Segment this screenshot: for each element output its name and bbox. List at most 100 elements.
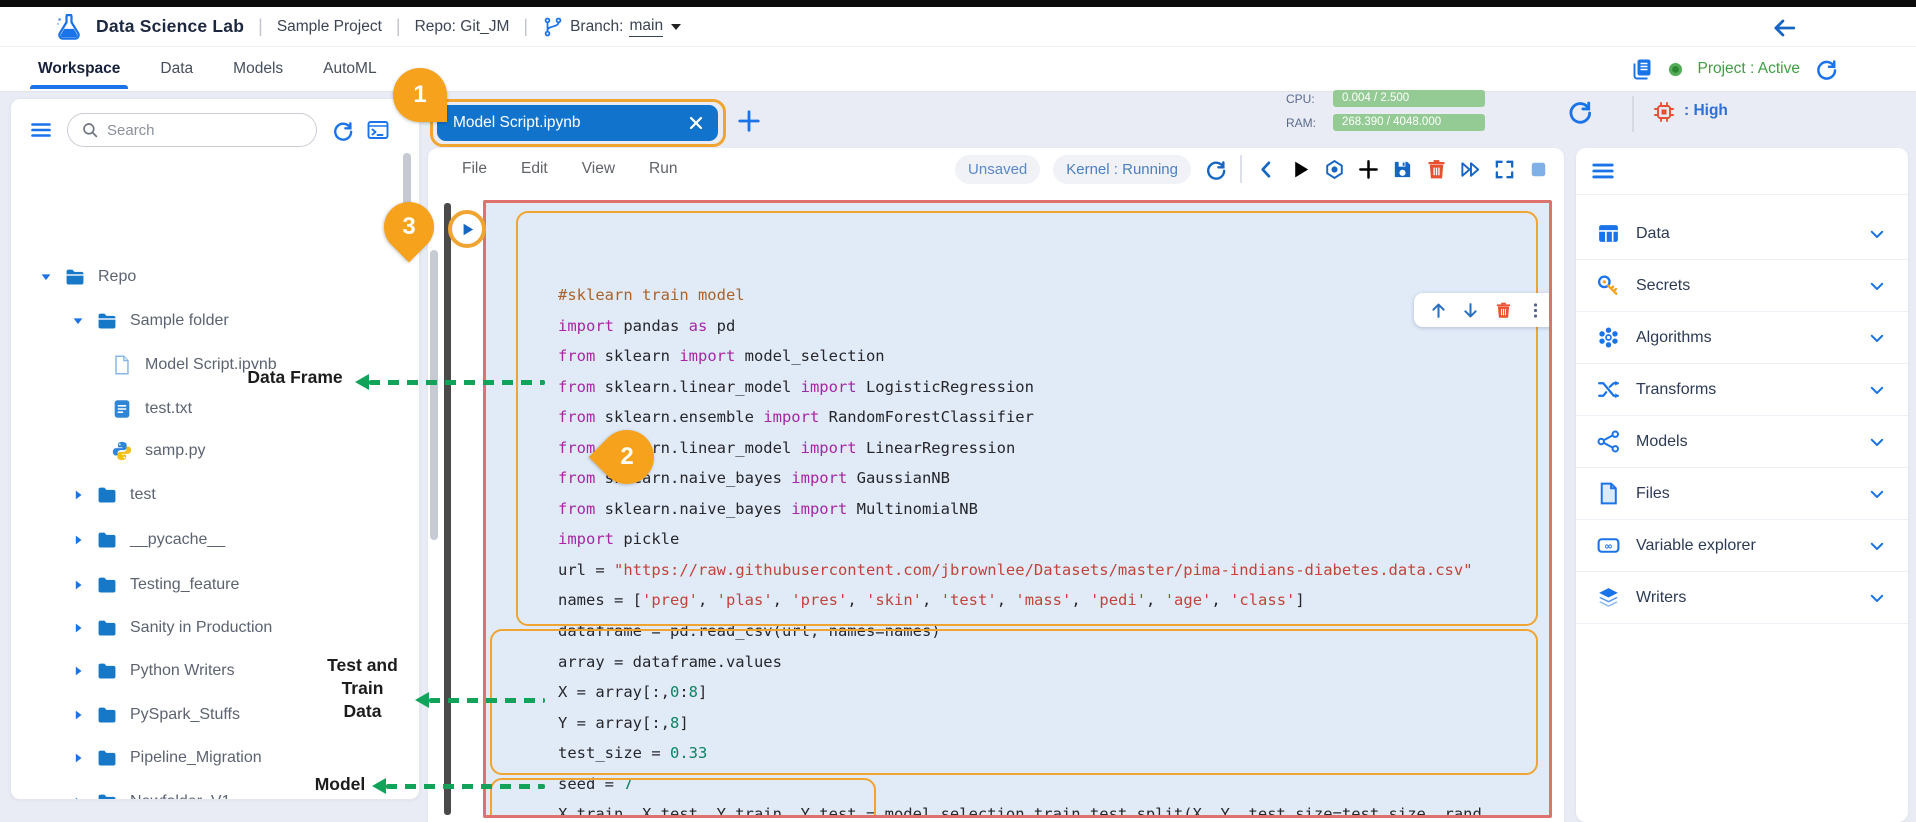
unsaved-badge: Unsaved [955,155,1040,184]
ram-label: RAM: [1286,116,1316,130]
caret-right-icon[interactable] [71,664,85,678]
menu-run[interactable]: Run [649,160,677,178]
tree-item-sample-folder[interactable]: Sample folder [71,304,229,338]
chevron-down-icon[interactable] [1868,589,1886,607]
annotation-label-test-train: Test andTrainData [300,654,425,723]
kernel-status-badge[interactable]: Kernel : Running [1053,155,1191,184]
nav-tab-data[interactable]: Data [158,49,195,89]
cell-arrow-up-icon[interactable] [1429,301,1448,320]
fullscreen-icon[interactable] [1493,158,1516,181]
tree-item-pyspark-stuffs[interactable]: PySpark_Stuffs [71,698,240,732]
branch-label: Branch: [570,18,623,36]
panel-item-files[interactable]: Files [1576,468,1908,520]
new-tab-plus-icon[interactable] [736,108,762,134]
tree-item-test[interactable]: test [71,478,156,512]
transforms-shuffle-icon [1596,377,1621,402]
caret-down-icon[interactable] [39,270,53,284]
tree-item-label: Sample folder [130,312,229,330]
annotation-ring-run [448,210,486,248]
annotation-label-dataframe: Data Frame [235,366,355,389]
nav-tab-automl[interactable]: AutoML [321,49,378,89]
cell-arrow-down-icon[interactable] [1461,301,1480,320]
folder-icon [96,484,118,506]
caret-right-icon[interactable] [71,533,85,547]
app-title-bar: Data Science Lab | Sample Project | Repo… [0,7,1916,47]
tree-item-testing-feature[interactable]: Testing_feature [71,568,239,602]
caret-down-icon[interactable] [71,314,85,328]
chevron-down-icon[interactable] [1868,381,1886,399]
branch-selector[interactable]: Branch: main [542,16,681,38]
panel-item-label: Files [1636,485,1868,503]
panel-item-algorithms[interactable]: Algorithms [1576,312,1908,364]
play-filled-icon[interactable] [1289,158,1312,181]
panel-item-models[interactable]: Models [1576,416,1908,468]
file-text-icon [111,398,133,420]
run-cell-play-icon[interactable] [459,221,476,238]
trash-icon[interactable] [1425,158,1448,181]
active-cell-indicator [444,203,451,815]
chevron-down-icon[interactable] [1868,433,1886,451]
panel-item-variable-explorer[interactable]: ∞Variable explorer [1576,520,1908,572]
target-icon[interactable] [1323,158,1346,181]
variable-explorer-icon: ∞ [1596,533,1621,558]
tree-item-label: Repo [98,268,136,286]
tree-item-repo[interactable]: Repo [39,260,136,294]
meters-refresh-icon[interactable] [1566,98,1593,125]
tree-item-pipeline-migration[interactable]: Pipeline_Migration [71,741,262,775]
folder-icon [96,660,118,682]
project-refresh-icon[interactable] [1814,57,1838,81]
nav-tab-models[interactable]: Models [231,49,285,89]
plus-icon[interactable] [1357,158,1380,181]
code-cell[interactable]: #sklearn train modelimport pandas as pdf… [483,200,1552,818]
chevron-down-icon[interactable] [1868,537,1886,555]
chevron-down-icon[interactable] [1868,225,1886,243]
caret-right-icon[interactable] [71,578,85,592]
caret-right-icon[interactable] [71,751,85,765]
annotation-label-model: Model [305,773,375,796]
nav-tab-workspace[interactable]: Workspace [36,49,122,89]
caret-right-icon[interactable] [71,488,85,502]
menu-file[interactable]: File [462,160,487,178]
annotation-box-model [490,778,876,818]
cell-trash-icon[interactable] [1494,301,1513,320]
tree-item-newfolder-v1[interactable]: Newfolder_V1 [71,785,231,799]
tree-item-samp-py[interactable]: samp.py [111,434,205,468]
chevron-down-icon[interactable] [1868,277,1886,295]
stop-icon[interactable] [1527,158,1550,181]
panel-menu-icon[interactable] [1590,158,1616,184]
panel-item-transforms[interactable]: Transforms [1576,364,1908,416]
caret-right-icon[interactable] [71,795,85,799]
menu-edit[interactable]: Edit [521,160,548,178]
tree-item-label: samp.py [145,442,205,460]
chevron-down-icon[interactable] [1868,485,1886,503]
chevron-left-icon[interactable] [1255,158,1278,181]
ram-meter: 268.390 / 4048.000 [1333,114,1485,131]
fast-forward-icon[interactable] [1459,158,1482,181]
folder-icon [96,791,118,799]
cell-toolbar [1414,293,1552,327]
panel-item-writers[interactable]: Writers [1576,572,1908,624]
panel-item-data[interactable]: Data [1576,208,1908,260]
annotation-badge-2: 2 [600,430,654,484]
notebook-tab[interactable]: Model Script.ipynb [437,105,718,141]
divider [1240,155,1242,183]
menu-view[interactable]: View [582,160,615,178]
kernel-refresh-icon[interactable] [1204,158,1227,181]
tree-item-python-writers[interactable]: Python Writers [71,654,235,688]
cell-kebab-icon[interactable] [1526,301,1545,320]
caret-right-icon[interactable] [71,621,85,635]
folder-icon [96,574,118,596]
project-copy-icon[interactable] [1630,57,1654,81]
annotation-box-train-test [490,629,1538,775]
chevron-down-icon[interactable] [1868,329,1886,347]
panel-item-secrets[interactable]: Secrets [1576,260,1908,312]
tree-item-sanity-in-production[interactable]: Sanity in Production [71,611,272,645]
separator: | [523,16,528,37]
tree-item-test-txt[interactable]: test.txt [111,392,192,426]
tab-close-icon[interactable] [688,115,704,131]
save-icon[interactable] [1391,158,1414,181]
back-arrow-icon[interactable] [1770,15,1798,41]
caret-right-icon[interactable] [71,708,85,722]
notebook-scrollbar[interactable] [430,250,438,540]
tree-item--pycache-[interactable]: __pycache__ [71,523,225,557]
